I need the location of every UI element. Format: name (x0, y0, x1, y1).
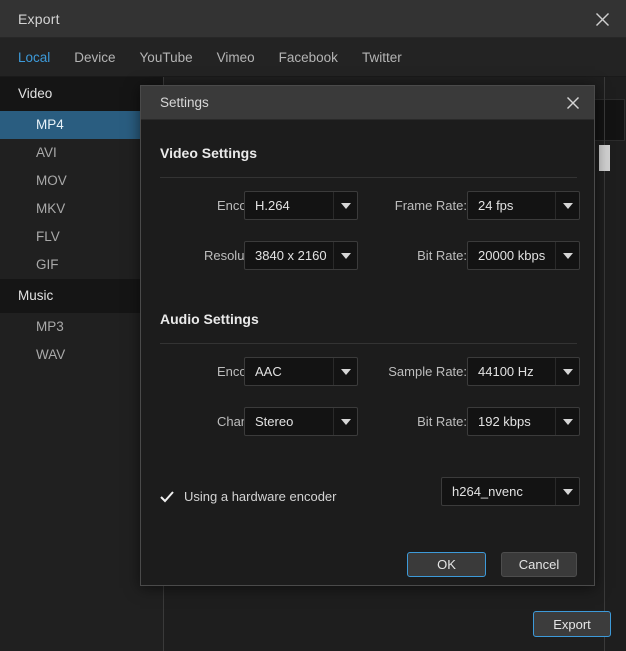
chevron-down-icon (333, 408, 357, 435)
audio-channel-dropdown[interactable]: Stereo (244, 407, 358, 436)
settings-dialog-titlebar: Settings (141, 86, 594, 120)
sidebar-item-mov[interactable]: MOV (0, 167, 163, 195)
checkmark-icon (160, 490, 174, 504)
ok-button[interactable]: OK (407, 552, 486, 577)
chevron-down-icon (333, 242, 357, 269)
sidebar-item-mkv[interactable]: MKV (0, 195, 163, 223)
chevron-down-icon (555, 478, 579, 505)
hardware-encoder-checkbox[interactable]: Using a hardware encoder (160, 489, 336, 504)
video-encoder-dropdown[interactable]: H.264 (244, 191, 358, 220)
chevron-down-icon (555, 242, 579, 269)
video-settings-heading: Video Settings (160, 145, 257, 161)
tab-bar: Local Device YouTube Vimeo Facebook Twitter (0, 38, 626, 77)
tab-local[interactable]: Local (18, 38, 50, 77)
video-bitrate-dropdown[interactable]: 20000 kbps (467, 241, 580, 270)
sidebar-item-mp3[interactable]: MP3 (0, 313, 163, 341)
chevron-down-icon (555, 358, 579, 385)
close-icon[interactable] (559, 89, 587, 117)
chevron-down-icon (555, 408, 579, 435)
close-icon[interactable] (586, 4, 618, 34)
hardware-encoder-label: Using a hardware encoder (184, 489, 337, 504)
window-titlebar: Export (0, 0, 626, 38)
video-bitrate-value: 20000 kbps (478, 248, 546, 263)
chevron-down-icon (333, 192, 357, 219)
export-button[interactable]: Export (533, 611, 611, 637)
video-bitrate-label: Bit Rate: (417, 248, 467, 263)
audio-bitrate-label: Bit Rate: (417, 414, 467, 429)
audio-bitrate-dropdown[interactable]: 192 kbps (467, 407, 580, 436)
sidebar-group-video: Video (0, 77, 163, 111)
content-scrollbar-thumb[interactable] (599, 145, 610, 171)
audio-encoder-dropdown[interactable]: AAC (244, 357, 358, 386)
audio-encoder-value: AAC (255, 364, 282, 379)
tab-youtube[interactable]: YouTube (140, 38, 193, 77)
video-resolution-dropdown[interactable]: 3840 x 2160 (244, 241, 358, 270)
sidebar-item-avi[interactable]: AVI (0, 139, 163, 167)
sidebar-group-music: Music (0, 279, 163, 313)
chevron-down-icon (555, 192, 579, 219)
audio-samplerate-dropdown[interactable]: 44100 Hz (467, 357, 580, 386)
video-resolution-value: 3840 x 2160 (255, 248, 327, 263)
sidebar-item-mp4[interactable]: MP4 (0, 111, 163, 139)
video-encoder-value: H.264 (255, 198, 290, 213)
audio-settings-heading: Audio Settings (160, 311, 259, 327)
settings-dialog-title: Settings (160, 95, 209, 110)
tab-facebook[interactable]: Facebook (279, 38, 338, 77)
sidebar-item-wav[interactable]: WAV (0, 341, 163, 369)
audio-bitrate-value: 192 kbps (478, 414, 531, 429)
hardware-encoder-dropdown[interactable]: h264_nvenc (441, 477, 580, 506)
sidebar-item-gif[interactable]: GIF (0, 251, 163, 279)
cancel-button[interactable]: Cancel (501, 552, 577, 577)
tab-device[interactable]: Device (74, 38, 115, 77)
sidebar-item-flv[interactable]: FLV (0, 223, 163, 251)
audio-samplerate-value: 44100 Hz (478, 364, 534, 379)
chevron-down-icon (333, 358, 357, 385)
settings-dialog-body: Video Settings Encoder: H.264 Frame Rate… (141, 120, 594, 587)
audio-channel-value: Stereo (255, 414, 294, 429)
video-settings-divider (160, 177, 577, 178)
hardware-encoder-value: h264_nvenc (452, 484, 523, 499)
settings-dialog: Settings Video Settings Encoder: H.264 F… (140, 85, 595, 586)
video-framerate-label: Frame Rate: (394, 198, 467, 213)
tab-vimeo[interactable]: Vimeo (217, 38, 255, 77)
tab-twitter[interactable]: Twitter (362, 38, 402, 77)
audio-settings-divider (160, 343, 577, 344)
video-framerate-dropdown[interactable]: 24 fps (467, 191, 580, 220)
export-window: Export Local Device YouTube Vimeo Facebook Tw… (0, 0, 626, 651)
audio-samplerate-label: Sample Rate: (388, 364, 467, 379)
window-title: Export (18, 11, 60, 27)
video-framerate-value: 24 fps (478, 198, 514, 213)
